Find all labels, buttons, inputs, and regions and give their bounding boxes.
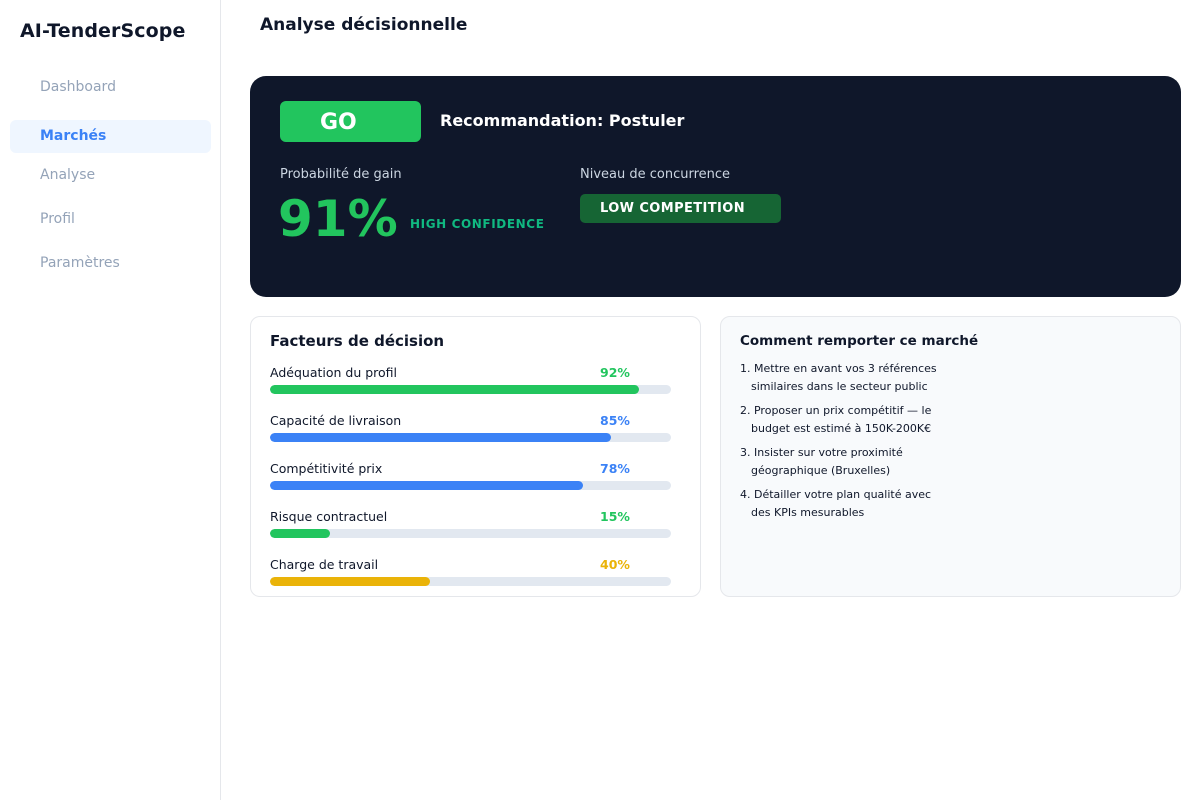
competition-label: Niveau de concurrence	[580, 167, 731, 182]
sidebar: AI-TenderScope Dashboard Marchés Analyse…	[0, 0, 221, 800]
probability-value: 91%	[278, 190, 398, 248]
tip-line: 1. Mettre en avant vos 3 références	[740, 362, 937, 375]
factor-row: Capacité de livraison 85%	[270, 413, 671, 453]
tip-line: budget est estimé à 150K-200K€	[751, 422, 932, 435]
tip-item: 1. Mettre en avant vos 3 références simi…	[740, 360, 960, 396]
app-root: AI-TenderScope Dashboard Marchés Analyse…	[0, 0, 1200, 800]
tip-line: 3. Insister sur votre proximité	[740, 446, 903, 459]
factor-percent: 40%	[600, 557, 630, 572]
factor-label: Capacité de livraison	[270, 413, 402, 428]
page-title: Analyse décisionnelle	[260, 15, 468, 35]
decision-factors-card: Facteurs de décision Adéquation du profi…	[250, 316, 701, 597]
tip-line: 4. Détailler votre plan qualité avec	[740, 488, 932, 501]
sidebar-item-dashboard[interactable]: Dashboard	[10, 71, 211, 104]
factor-percent: 92%	[600, 365, 630, 380]
decision-summary-panel: GO Recommandation: Postuler Probabilité …	[250, 76, 1181, 297]
tips-title: Comment remporter ce marché	[740, 333, 979, 349]
factor-label: Risque contractuel	[270, 509, 388, 524]
tip-item: 4. Détailler votre plan qualité avec des…	[740, 486, 960, 522]
factor-progress-fill	[270, 385, 639, 394]
factor-row: Adéquation du profil 92%	[270, 365, 671, 405]
factor-label: Adéquation du profil	[270, 365, 398, 380]
sidebar-item-parametres[interactable]: Paramètres	[10, 247, 211, 280]
brand-logo[interactable]: AI-TenderScope	[20, 20, 185, 42]
factor-progress-fill	[270, 481, 583, 490]
tip-line: 2. Proposer un prix compétitif — le	[740, 404, 932, 417]
tip-line: géographique (Bruxelles)	[751, 464, 891, 477]
sidebar-item-profil[interactable]: Profil	[10, 203, 211, 236]
confidence-badge: HIGH CONFIDENCE	[410, 217, 545, 231]
decision-badge: GO	[280, 101, 421, 142]
factor-progress-track	[270, 529, 671, 538]
factor-label: Charge de travail	[270, 557, 379, 572]
factor-percent: 78%	[600, 461, 630, 476]
competition-badge: LOW COMPETITION	[580, 194, 781, 223]
probability-label: Probabilité de gain	[280, 167, 402, 182]
sidebar-item-analyse[interactable]: Analyse	[10, 159, 211, 192]
winning-tips-card: Comment remporter ce marché 1. Mettre en…	[720, 316, 1181, 597]
factor-progress-track	[270, 577, 671, 586]
factor-progress-fill	[270, 577, 431, 586]
factor-progress-fill	[270, 433, 611, 442]
factor-percent: 15%	[600, 509, 630, 524]
sidebar-item-marches[interactable]: Marchés	[10, 120, 211, 153]
factor-progress-track	[270, 433, 671, 442]
tip-line: des KPIs mesurables	[751, 506, 865, 519]
factor-progress-track	[270, 385, 671, 394]
tip-item: 3. Insister sur votre proximité géograph…	[740, 444, 960, 480]
factor-row: Charge de travail 40%	[270, 557, 671, 597]
factor-row: Compétitivité prix 78%	[270, 461, 671, 501]
tip-line: similaires dans le secteur public	[751, 380, 928, 393]
factor-row: Risque contractuel 15%	[270, 509, 671, 549]
factor-progress-track	[270, 481, 671, 490]
factor-progress-fill	[270, 529, 331, 538]
factor-label: Compétitivité prix	[270, 461, 383, 476]
factors-title: Facteurs de décision	[270, 332, 445, 350]
factor-percent: 85%	[600, 413, 630, 428]
tip-item: 2. Proposer un prix compétitif — le budg…	[740, 402, 960, 438]
recommendation-text: Recommandation: Postuler	[440, 111, 685, 130]
